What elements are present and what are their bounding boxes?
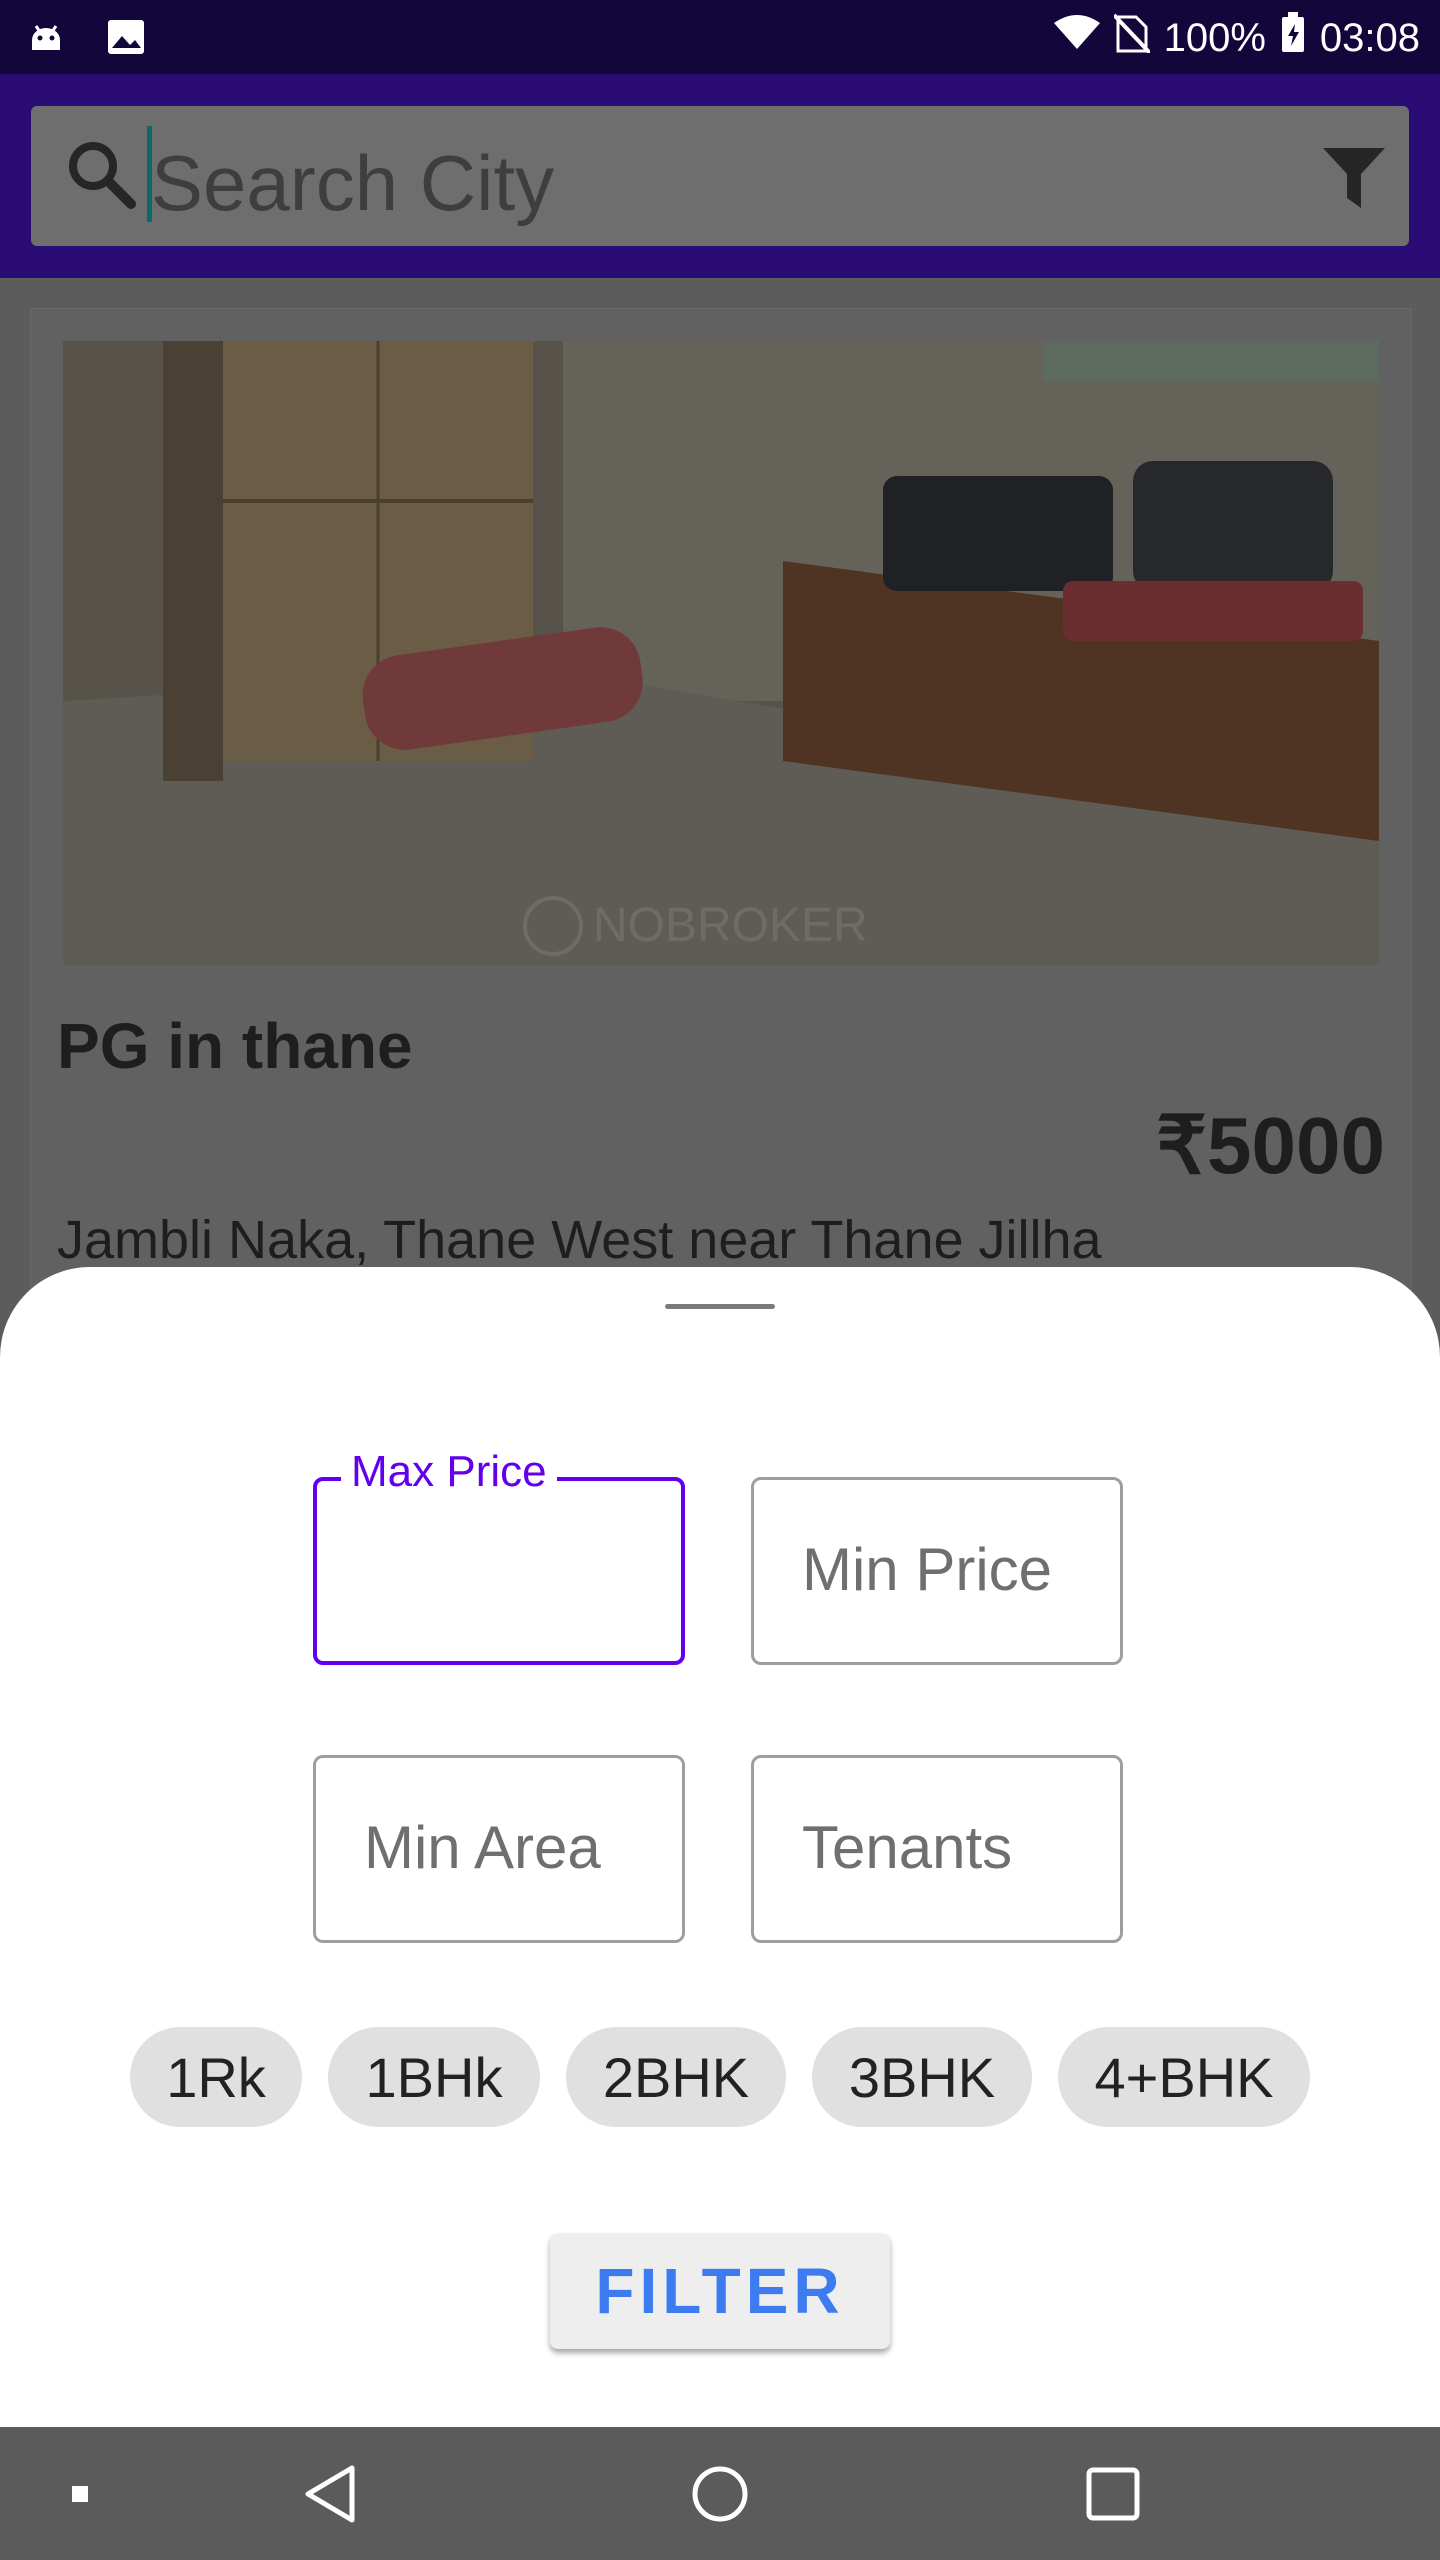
drag-handle[interactable] [665,1304,775,1309]
max-price-field[interactable]: Max Price [313,1447,685,1665]
square-small-icon[interactable] [50,2427,110,2560]
search-bar[interactable]: Search City [31,106,1409,246]
listing-price: ₹5000 [1156,1101,1385,1190]
recents-square-icon[interactable] [1063,2427,1163,2560]
tenants-field[interactable]: Tenants [751,1755,1123,1943]
system-nav-bar [0,2427,1440,2560]
filter-funnel-icon[interactable] [1321,146,1387,215]
bhk-chip-group: 1Rk 1BHk 2BHK 3BHK 4+BHK [130,2027,1310,2127]
search-input[interactable]: Search City [151,138,554,229]
app-toolbar: Search City [0,74,1440,278]
search-icon [63,136,139,217]
image-icon [106,18,146,63]
wifi-icon [1053,15,1100,61]
clock: 03:08 [1319,15,1420,60]
status-bar: 100% 03:08 [0,0,1440,74]
filter-button[interactable]: FILTER [550,2233,890,2349]
listing-address: Jambli Naka, Thane West near Thane Jillh… [57,1210,1102,1270]
chip-2bhk[interactable]: 2BHK [566,2027,786,2127]
min-area-field[interactable]: Min Area [313,1755,685,1943]
android-debug-icon [26,18,66,63]
listing-title: PG in thane [57,1010,413,1082]
min-price-field[interactable]: Min Price [751,1477,1123,1665]
no-sim-icon [1112,13,1152,63]
chip-1rk[interactable]: 1Rk [130,2027,302,2127]
filter-bottom-sheet: Max Price Min Price Min Area Tenants 1Rk… [0,1267,1440,2427]
tenants-label: Tenants [802,1814,1013,1881]
battery-percent: 100% [1163,15,1266,60]
min-price-label: Min Price [802,1536,1053,1603]
battery-charging-icon [1280,12,1306,64]
max-price-label: Max Price [341,1447,557,1497]
photo-watermark: NOBROKER [593,899,868,952]
home-circle-icon[interactable] [670,2427,770,2560]
chip-1bhk[interactable]: 1BHk [328,2027,540,2127]
listing-photo: NOBROKER [63,341,1379,965]
min-area-label: Min Area [364,1814,601,1881]
chip-4plus-bhk[interactable]: 4+BHK [1058,2027,1310,2127]
chip-3bhk[interactable]: 3BHK [812,2027,1032,2127]
back-triangle-icon[interactable] [280,2427,380,2560]
